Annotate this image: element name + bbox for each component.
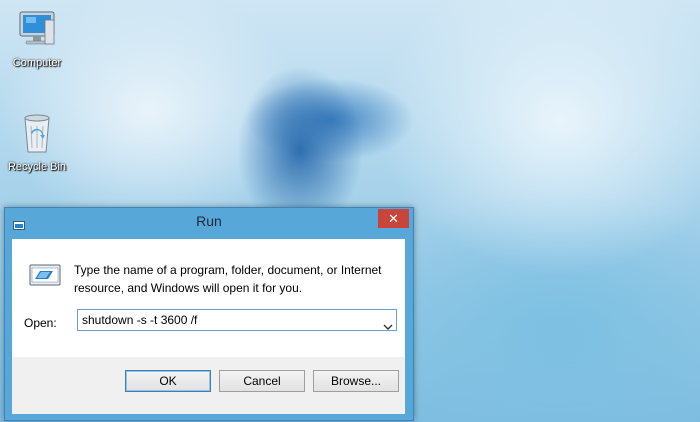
recycle-bin-icon — [1, 112, 73, 159]
desktop-icon-recycle-bin[interactable]: Recycle Bin — [1, 112, 73, 173]
browse-button[interactable]: Browse... — [313, 370, 399, 392]
run-description: Type the name of a program, folder, docu… — [74, 263, 382, 295]
desktop-icon-label: Recycle Bin — [7, 161, 67, 173]
desktop-icon-computer[interactable]: Computer — [1, 8, 73, 69]
desktop-icon-label: Computer — [12, 57, 62, 69]
chevron-down-icon[interactable] — [383, 316, 393, 330]
open-combobox[interactable] — [77, 309, 397, 331]
dialog-client-area: Type the name of a program, folder, docu… — [12, 239, 405, 414]
run-program-icon — [29, 263, 61, 287]
ok-button[interactable]: OK — [125, 370, 211, 392]
dialog-content: Type the name of a program, folder, docu… — [12, 239, 405, 357]
window-title: Run — [196, 213, 222, 229]
close-button[interactable]: ✕ — [378, 209, 409, 228]
run-dialog: Run ✕ Type the name of a program, folder… — [4, 207, 414, 421]
computer-icon — [1, 8, 73, 55]
title-bar[interactable]: Run ✕ — [5, 208, 413, 232]
open-label: Open: — [24, 316, 57, 330]
cancel-button[interactable]: Cancel — [219, 370, 305, 392]
open-input[interactable] — [82, 312, 372, 328]
